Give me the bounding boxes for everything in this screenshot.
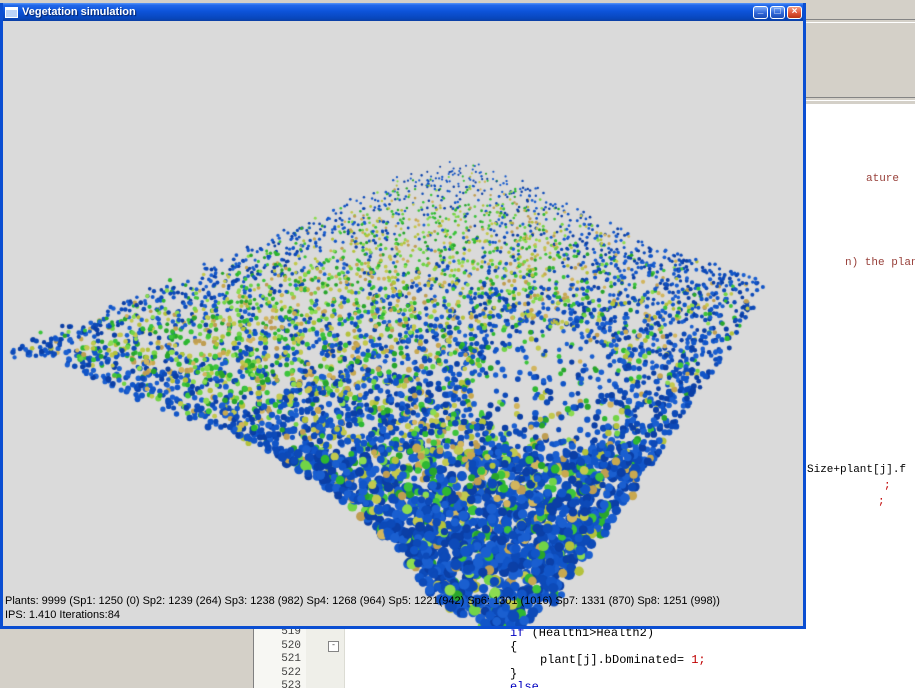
toolbar-divider [806, 19, 915, 23]
code-token: (Health1>Health2) [524, 628, 654, 640]
app-icon [5, 7, 18, 18]
fold-collapse-icon[interactable]: - [328, 641, 339, 652]
ips-status-line: IPS: 1.410 Iterations:84 [5, 608, 720, 622]
code-line: } [345, 667, 517, 681]
code-token: 1; [691, 653, 705, 667]
simulation-viewport[interactable]: Plants: 9999 (Sp1: 1250 (0) Sp2: 1239 (2… [3, 21, 803, 626]
vegetation-simulation-window: Vegetation simulation _ □ × Plants: 9999… [0, 3, 806, 629]
plants-status-line: Plants: 9999 (Sp1: 1250 (0) Sp2: 1239 (2… [5, 594, 720, 608]
line-number: 521 [257, 653, 301, 665]
close-icon: × [792, 6, 798, 17]
code-token: } [510, 667, 517, 681]
close-button[interactable]: × [787, 6, 802, 19]
window-title: Vegetation simulation [22, 6, 136, 18]
window-controls: _ □ × [753, 6, 803, 19]
code-line: else [345, 680, 539, 688]
line-number: 520 [257, 640, 301, 652]
desktop: { "window": { "title": "Vegetation simul… [0, 0, 915, 688]
toolbar-divider [806, 97, 915, 101]
line-number: 519 [257, 628, 301, 638]
line-number-gutter[interactable]: 519 520521 522523 [254, 628, 306, 688]
simulation-status: Plants: 9999 (Sp1: 1250 (0) Sp2: 1239 (2… [5, 594, 720, 622]
code-line: { [345, 640, 517, 654]
code-text-area[interactable]: if (Health1>Health2){plant[j].bDominated… [345, 628, 915, 688]
minimize-button[interactable]: _ [753, 6, 768, 19]
maximize-icon: □ [774, 6, 780, 17]
code-token: plant[j].bDominated= [540, 653, 691, 667]
line-number: 523 [257, 680, 301, 688]
fold-glyph: - [331, 641, 336, 650]
window-titlebar[interactable]: Vegetation simulation _ □ × [3, 3, 803, 21]
vegetation-scatter-canvas[interactable] [3, 21, 803, 626]
code-token: { [510, 640, 517, 654]
code-folding-margin[interactable]: - [306, 628, 345, 688]
code-line: plant[j].bDominated= 1; [345, 653, 706, 667]
code-line: if (Health1>Health2) [345, 628, 654, 640]
line-number: 522 [257, 667, 301, 679]
code-token: else [510, 680, 539, 688]
maximize-button[interactable]: □ [770, 6, 785, 19]
minimize-icon: _ [758, 4, 764, 15]
code-editor-right-pane[interactable] [806, 104, 915, 628]
code-editor-bottom-pane[interactable]: 519520521522523 - if (Health1>Health2){p… [253, 628, 915, 688]
code-token: if [510, 628, 524, 640]
